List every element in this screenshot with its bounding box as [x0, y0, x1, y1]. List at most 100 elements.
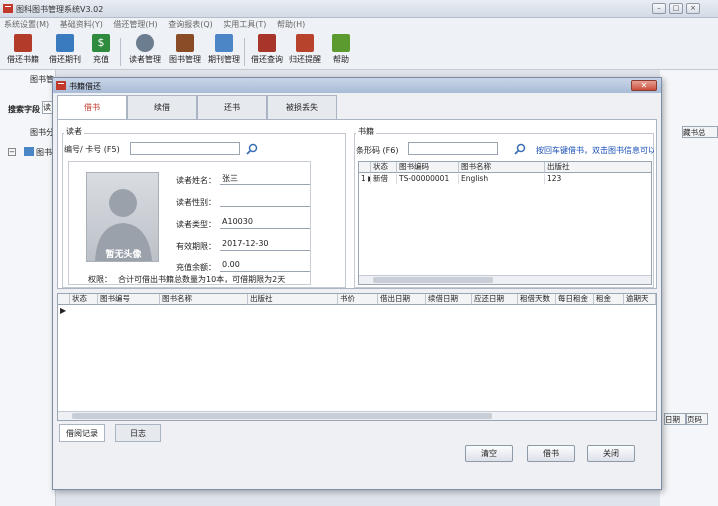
toolbar-lending-query[interactable]: 借还查询	[248, 34, 286, 65]
tree-expand-icon[interactable]: −	[8, 148, 16, 156]
barcode-hint: 按回车键借书，双击图书信息可以	[536, 146, 654, 155]
tab-log[interactable]: 日志	[115, 424, 161, 442]
document-icon	[215, 34, 233, 52]
books-icon	[176, 34, 194, 52]
borrow-records-grid[interactable]: 状态 图书编号 图书名称 出版社 书价 借出日期 续借日期 应还日期 租借天数 …	[57, 293, 657, 421]
permission-text: 合计可借出书籍总数量为10本，可借期限为2天	[118, 275, 286, 284]
reader-name-value: 张三	[220, 173, 310, 185]
column-header[interactable]: 状态	[371, 162, 397, 173]
tree-root-item[interactable]: 图书	[36, 147, 52, 158]
tree-folder-icon	[24, 147, 34, 156]
menu-system[interactable]: 系统设置(M)	[4, 18, 49, 32]
grid-row-header	[359, 162, 371, 173]
close-window-button[interactable]: ×	[686, 3, 700, 14]
books-group-label: 书籍	[356, 126, 376, 137]
menu-basic-data[interactable]: 基础资料(Y)	[60, 18, 103, 32]
users-icon	[136, 34, 154, 52]
toolbar-separator	[120, 38, 121, 66]
toolbar-lend-books[interactable]: 借还书籍	[4, 34, 42, 65]
help-icon	[332, 34, 350, 52]
column-header[interactable]: 借出日期	[378, 294, 426, 305]
column-header[interactable]: 续借日期	[426, 294, 472, 305]
main-left-panel: 图书管 搜索字段 读 图书分 − 图书	[0, 70, 56, 506]
reader-id-input[interactable]	[130, 142, 240, 155]
column-header[interactable]: 每日租金	[556, 294, 594, 305]
tab-borrow-records[interactable]: 借阅记录	[59, 424, 105, 442]
clear-button[interactable]: 清空	[465, 445, 513, 462]
reader-name-label: 读者姓名：	[176, 176, 216, 185]
tab-renew[interactable]: 续借	[127, 95, 197, 119]
reader-expiry-label: 有效期限：	[176, 242, 216, 251]
main-title-bar: 图科图书管理系统V3.02 – □ ×	[0, 0, 718, 18]
column-header-total: 藏书总	[682, 126, 718, 138]
menu-bar: 系统设置(M) 基础资料(Y) 借还管理(H) 查询报表(Q) 实用工具(T) …	[0, 18, 718, 32]
reminder-icon	[296, 34, 314, 52]
menu-lending[interactable]: 借还管理(H)	[113, 18, 157, 32]
column-header[interactable]: 状态	[70, 294, 98, 305]
reader-gender-label: 读者性别：	[176, 198, 216, 207]
column-header-page: 页码	[686, 413, 708, 425]
toolbar: 借还书籍 借还期刊 $ 充值 读者管理 图书管理 期刊管理 借还查询 归还提醒 …	[0, 32, 718, 70]
column-header[interactable]: 书价	[338, 294, 378, 305]
menu-reports[interactable]: 查询报表(Q)	[168, 18, 213, 32]
borrow-button[interactable]: 借书	[527, 445, 575, 462]
column-header[interactable]: 租金	[594, 294, 624, 305]
toolbar-separator	[244, 38, 245, 66]
column-header[interactable]: 图书名称	[459, 162, 545, 173]
minimize-button[interactable]: –	[652, 3, 666, 14]
dialog-close-button[interactable]: ✕	[631, 80, 657, 91]
search-book-icon[interactable]	[514, 143, 526, 155]
reader-type-value: A10030	[220, 217, 310, 229]
reader-gender-value	[220, 195, 310, 207]
search-field-label: 搜索字段	[8, 105, 40, 114]
main-tab-book-management[interactable]: 图书管	[30, 74, 54, 85]
column-header-date: 日期	[664, 413, 686, 425]
menu-tools[interactable]: 实用工具(T)	[223, 18, 266, 32]
toolbar-help[interactable]: 帮助	[328, 34, 354, 65]
toolbar-book-management[interactable]: 图书管理	[166, 34, 204, 65]
tab-damaged-lost[interactable]: 被损丢失	[267, 95, 337, 119]
reader-group-label: 读者	[64, 126, 84, 137]
toolbar-reader-management[interactable]: 读者管理	[126, 34, 164, 65]
books-grid-hscrollbar[interactable]	[359, 275, 651, 284]
cell-status: 新借	[371, 174, 397, 184]
tab-borrow[interactable]: 借书	[57, 95, 127, 120]
borrow-tab-panel: 读者 编号/ 卡号 (F5) 暂无头像 读者姓名： 张三 读者性别： 读者类型：…	[57, 119, 657, 289]
dialog-logo-icon	[56, 80, 66, 91]
query-icon	[258, 34, 276, 52]
toolbar-journal-management[interactable]: 期刊管理	[205, 34, 243, 65]
search-reader-icon[interactable]	[246, 143, 258, 155]
cell-book-code: TS-00000001	[397, 174, 459, 184]
cell-book-name: English	[459, 174, 545, 184]
book-icon	[14, 34, 32, 52]
column-header[interactable]: 图书编号	[98, 294, 160, 305]
dialog-title-bar: 书籍借还 ✕	[53, 78, 661, 93]
journal-icon	[56, 34, 74, 52]
column-header[interactable]: 逾期天	[624, 294, 656, 305]
column-header[interactable]: 租借天数	[518, 294, 556, 305]
reader-balance-label: 充值余额：	[176, 263, 216, 272]
column-header[interactable]: 出版社	[248, 294, 338, 305]
tab-return[interactable]: 还书	[197, 95, 267, 119]
toolbar-recharge[interactable]: $ 充值	[88, 34, 114, 65]
records-grid-hscrollbar[interactable]	[58, 411, 656, 420]
cell-publisher: 123	[545, 174, 651, 184]
column-header[interactable]: 图书编码	[397, 162, 459, 173]
menu-help[interactable]: 帮助(H)	[277, 18, 305, 32]
column-header[interactable]: 图书名称	[160, 294, 248, 305]
maximize-button[interactable]: □	[669, 3, 683, 14]
reader-type-label: 读者类型：	[176, 220, 216, 229]
toolbar-lend-journals[interactable]: 借还期刊	[46, 34, 84, 65]
books-grid[interactable]: 状态 图书编码 图书名称 出版社 1 ▶ 新借 TS-00000001 Engl…	[358, 161, 652, 285]
barcode-input[interactable]	[408, 142, 498, 155]
column-header[interactable]: 应还日期	[472, 294, 518, 305]
scroll-thumb[interactable]	[72, 413, 492, 419]
permission-label: 权限：	[88, 275, 112, 284]
close-button[interactable]: 关闭	[587, 445, 635, 462]
column-header[interactable]: 出版社	[545, 162, 651, 173]
toolbar-return-reminder[interactable]: 归还提醒	[286, 34, 324, 65]
current-row-marker-icon: ▶	[60, 306, 67, 315]
main-window-title: 图科图书管理系统V3.02	[16, 5, 104, 14]
dialog-title: 书籍借还	[69, 82, 101, 91]
scroll-thumb[interactable]	[373, 277, 493, 283]
